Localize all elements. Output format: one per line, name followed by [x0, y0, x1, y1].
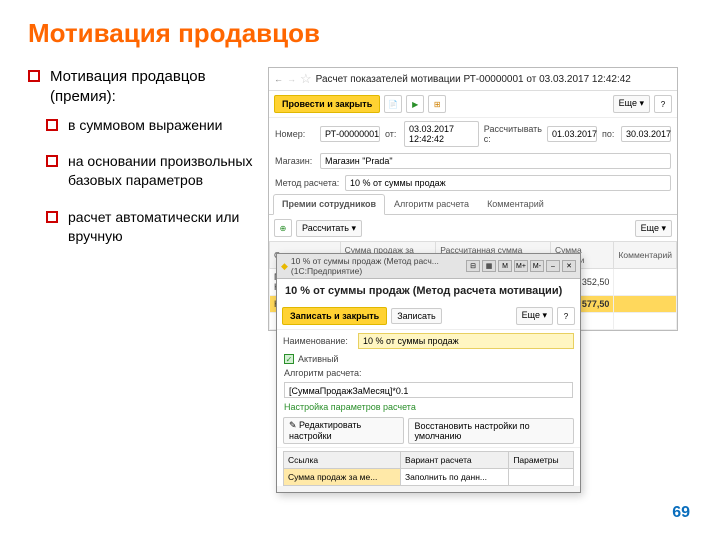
save-close-button[interactable]: Записать и закрыть: [282, 307, 387, 325]
method-input[interactable]: 10 % от суммы продаж: [345, 175, 671, 191]
forward-icon[interactable]: →: [287, 74, 296, 84]
calc-icon[interactable]: ▦: [482, 260, 496, 272]
tab-comment[interactable]: Комментарий: [478, 194, 553, 214]
date-to-input[interactable]: 30.03.2017: [621, 126, 671, 142]
add-button[interactable]: ⊕: [274, 219, 292, 237]
bullet-main: Мотивация продавцов (премия):: [28, 67, 268, 108]
section-params: Настройка параметров расчета: [277, 400, 580, 414]
bullet-text: расчет автоматически или вручную: [68, 209, 239, 244]
post-button[interactable]: ▶: [406, 95, 424, 113]
col-comment: Комментарий: [614, 242, 677, 269]
pcol-link: Ссылка: [284, 452, 401, 469]
back-icon[interactable]: ←: [274, 74, 283, 84]
m-plus-icon[interactable]: M+: [514, 260, 528, 272]
write-button[interactable]: 📄: [384, 95, 402, 113]
help-button[interactable]: ?: [654, 95, 672, 113]
slide-title: Мотивация продавцов: [28, 18, 692, 49]
close-icon[interactable]: ✕: [562, 260, 576, 272]
bullet-1: в суммовом выражении: [46, 116, 268, 135]
dialog-title: 10 % от суммы продаж (Метод расчета моти…: [277, 279, 580, 303]
bullet-text: в суммовом выражении: [68, 117, 222, 133]
label-name: Наименование:: [283, 336, 353, 346]
label-number: Номер:: [275, 129, 315, 139]
page-number: 69: [672, 504, 690, 522]
more-button[interactable]: Еще ▾: [613, 95, 650, 113]
label-from: от:: [385, 129, 399, 139]
name-input[interactable]: 10 % от суммы продаж: [358, 333, 574, 349]
app-icon: ◆: [281, 261, 288, 272]
window-method: ◆ 10 % от суммы продаж (Метод расч... (1…: [276, 253, 581, 493]
frame-title: 10 % от суммы продаж (Метод расч... (1С:…: [291, 256, 466, 276]
tab-bonuses[interactable]: Премии сотрудников: [273, 194, 385, 215]
m-minus-icon[interactable]: M-: [530, 260, 544, 272]
edit-settings-button[interactable]: ✎ Редактировать настройки: [283, 417, 404, 444]
checkbox-icon: [46, 211, 58, 223]
calculate-button[interactable]: Рассчитать ▾: [296, 220, 362, 237]
minimize-icon[interactable]: –: [546, 260, 560, 272]
bullet-2: на основании произвольных базовых параме…: [46, 152, 268, 190]
window-title: Расчет показателей мотивации РТ-00000001…: [316, 74, 631, 85]
pcol-variant: Вариант расчета: [401, 452, 509, 469]
label-active: Активный: [298, 354, 338, 364]
label-method: Метод расчета:: [275, 178, 340, 188]
more-button[interactable]: Еще ▾: [516, 307, 553, 325]
bullet-3: расчет автоматически или вручную: [46, 208, 268, 246]
date-from-input[interactable]: 01.03.2017: [547, 126, 597, 142]
table-row[interactable]: Сумма продаж за ме... Заполнить по данн.…: [284, 469, 574, 486]
checkbox-icon: [28, 70, 40, 82]
checkbox-active[interactable]: ✓: [284, 354, 294, 364]
save-close-button[interactable]: Провести и закрыть: [274, 95, 380, 113]
checkbox-icon: [46, 155, 58, 167]
report-button[interactable]: ⊞: [428, 95, 446, 113]
shop-input[interactable]: Магазин "Prada": [320, 153, 671, 169]
tools-icon[interactable]: ⊟: [466, 260, 480, 272]
bullet-text: Мотивация продавцов (премия):: [50, 68, 206, 105]
left-column: Мотивация продавцов (премия): в суммовом…: [28, 67, 268, 264]
algorithm-input[interactable]: [СуммаПродажЗаМесяц]*0.1: [284, 382, 573, 398]
star-icon[interactable]: ☆: [300, 71, 312, 87]
help-button[interactable]: ?: [557, 307, 575, 325]
label-to: по:: [602, 129, 616, 139]
checkbox-icon: [46, 119, 58, 131]
date-input[interactable]: 03.03.2017 12:42:42: [404, 121, 479, 147]
number-input[interactable]: РТ-00000001: [320, 126, 380, 142]
params-table: Ссылка Вариант расчета Параметры Сумма п…: [283, 451, 574, 486]
tab-algorithm[interactable]: Алгоритм расчета: [385, 194, 478, 214]
more-button-2[interactable]: Еще ▾: [635, 220, 672, 237]
bullet-text: на основании произвольных базовых параме…: [68, 153, 252, 188]
restore-settings-button[interactable]: Восстановить настройки по умолчанию: [408, 418, 574, 444]
label-shop: Магазин:: [275, 156, 315, 166]
label-algorithm: Алгоритм расчета:: [277, 366, 580, 380]
m-icon[interactable]: M: [498, 260, 512, 272]
pcol-params: Параметры: [509, 452, 574, 469]
write-button[interactable]: Записать: [391, 308, 441, 324]
label-period: Рассчитывать с:: [484, 124, 542, 144]
